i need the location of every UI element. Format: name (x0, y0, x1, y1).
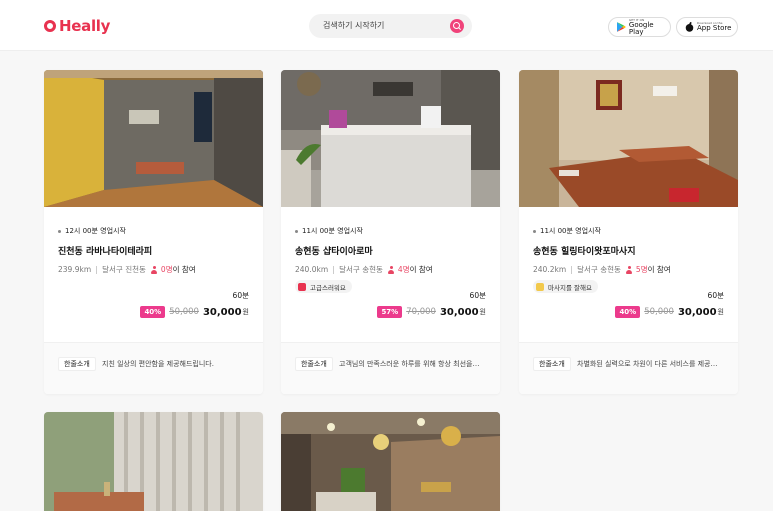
shop-meta: 240.0km 달서구 송현동 4명 이 참여 (295, 264, 433, 275)
open-hours-text: 11시 00분 영업시작 (302, 227, 363, 235)
description-label: 한줄소개 (295, 357, 333, 371)
original-price: 70,000 (406, 307, 436, 317)
discount-badge: 40% (615, 306, 641, 318)
duration: 60분 (707, 291, 724, 300)
divider (333, 265, 335, 274)
app-store-label: App Store (697, 24, 732, 32)
distance: 240.0km (295, 265, 329, 274)
location: 달서구 송현동 (339, 265, 383, 274)
shop-photo (44, 412, 263, 511)
description-box: 한줄소개 고객님의 만족스러운 하루를 위해 항상 최선을… (281, 342, 500, 394)
premium-icon (298, 282, 306, 291)
divider (96, 265, 98, 274)
shop-meta: 239.9km 달서구 진천동 0명 이 참여 (58, 264, 196, 275)
sale-price: 30,000 (439, 306, 479, 318)
sale-price: 30,000 (677, 306, 717, 318)
description-text: 차별화된 실력으로 차원이 다른 서비스를 제공… (577, 360, 718, 368)
feature-tag-label: 고급스러워요 (310, 283, 346, 292)
shop-photo (281, 412, 500, 511)
shop-title[interactable]: 진천동 라바나타이테라피 (58, 244, 152, 257)
person-icon (388, 265, 395, 274)
shop-photo (281, 70, 500, 207)
currency: 원 (479, 308, 486, 316)
open-hours: 11시 00분 영업시작 (295, 226, 363, 236)
shop-card[interactable] (44, 412, 263, 511)
description-text: 지친 일상의 편안함을 제공해드립니다. (102, 360, 214, 368)
duration: 60분 (232, 291, 249, 300)
distance: 239.9km (58, 265, 92, 274)
participant-suffix: 이 참여 (172, 265, 196, 274)
description-label: 한줄소개 (58, 357, 96, 371)
open-hours-text: 11시 00분 영업시작 (540, 227, 601, 235)
feature-tag: 마사지를 잘해요 (533, 280, 598, 293)
shop-card[interactable] (281, 412, 500, 511)
description-box: 한줄소개 차별화된 실력으로 차원이 다른 서비스를 제공… (519, 342, 738, 394)
divider (571, 265, 573, 274)
participant-count: 5명 (635, 265, 648, 274)
google-play-icon (617, 22, 626, 32)
logo-pin-icon (44, 20, 56, 32)
price-row: 57% 70,000 30,000 원 (377, 306, 486, 318)
discount-badge: 40% (140, 306, 166, 318)
location: 달서구 진천동 (102, 265, 146, 274)
person-icon (626, 265, 633, 274)
description-label: 한줄소개 (533, 357, 571, 371)
open-hours-text: 12시 00분 영업시작 (65, 227, 126, 235)
open-hours: 11시 00분 영업시작 (533, 226, 601, 236)
shop-card[interactable]: 12시 00분 영업시작 진천동 라바나타이테라피 239.9km 달서구 진천… (44, 70, 263, 394)
bullet-icon (58, 229, 61, 233)
discount-badge: 57% (377, 306, 403, 318)
google-play-label: Google Play (628, 20, 654, 36)
description-box: 한줄소개 지친 일상의 편안함을 제공해드립니다. (44, 342, 263, 394)
original-price: 50,000 (644, 307, 674, 317)
shop-photo (519, 70, 738, 207)
app-store-button[interactable]: Download on the App Store (676, 17, 738, 37)
sale-price: 30,000 (202, 306, 242, 318)
duration: 60분 (469, 291, 486, 300)
search-input[interactable]: 검색하기 시작하기 (323, 20, 384, 31)
participant-suffix: 이 참여 (409, 265, 433, 274)
participant-count: 0명 (160, 265, 173, 274)
heally-logo[interactable]: Heally (44, 17, 110, 35)
thumbs-up-icon (536, 282, 544, 291)
description-text: 고객님의 만족스러운 하루를 위해 항상 최선을… (339, 360, 480, 368)
shop-meta: 240.2km 달서구 송현동 5명 이 참여 (533, 264, 671, 275)
search-icon[interactable] (450, 19, 464, 33)
open-hours: 12시 00분 영업시작 (58, 226, 126, 236)
participant-count: 4명 (397, 265, 410, 274)
original-price: 50,000 (169, 307, 199, 317)
shop-photo (44, 70, 263, 207)
location: 달서구 송현동 (577, 265, 621, 274)
apple-icon (685, 22, 694, 32)
currency: 원 (717, 308, 724, 316)
top-header: Heally 검색하기 시작하기 GET IT ON Google Play D… (0, 0, 773, 51)
bullet-icon (533, 229, 536, 233)
participant-suffix: 이 참여 (647, 265, 671, 274)
google-play-button[interactable]: GET IT ON Google Play (608, 17, 671, 37)
person-icon (151, 265, 158, 274)
shop-title[interactable]: 송현동 샵타이아로마 (295, 244, 373, 257)
feature-tag-label: 마사지를 잘해요 (548, 283, 592, 292)
shop-card[interactable]: 11시 00분 영업시작 송현동 힐링타이왓포마사지 240.2km 달서구 송… (519, 70, 738, 394)
price-row: 40% 50,000 30,000 원 (140, 306, 249, 318)
distance: 240.2km (533, 265, 567, 274)
shop-title[interactable]: 송현동 힐링타이왓포마사지 (533, 244, 636, 257)
shop-card[interactable]: 11시 00분 영업시작 송현동 샵타이아로마 240.0km 달서구 송현동 … (281, 70, 500, 394)
search-bar[interactable]: 검색하기 시작하기 (309, 14, 472, 38)
bullet-icon (295, 229, 298, 233)
currency: 원 (242, 308, 249, 316)
price-row: 40% 50,000 30,000 원 (615, 306, 724, 318)
feature-tag: 고급스러워요 (295, 280, 352, 293)
logo-text: Heally (59, 17, 111, 35)
